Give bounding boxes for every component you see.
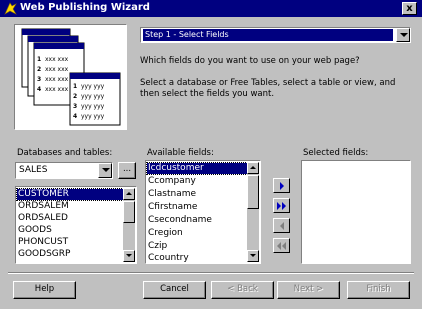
field-list-item[interactable]: Icdcustomer [146, 162, 248, 175]
next-button[interactable]: Next > [277, 281, 340, 299]
instructions-line2: then select the fields you want. [140, 89, 275, 99]
wizard-app-icon [4, 2, 17, 15]
tables-list[interactable]: CUSTOMER ORDSALEM ORDSALED GOODS PHONCUS… [15, 186, 137, 264]
illus-row-num: 3 [37, 76, 41, 83]
databases-label: Databases and tables: [17, 148, 113, 158]
move-all-left-button[interactable] [273, 238, 290, 253]
tables-scrollbar[interactable] [123, 188, 135, 262]
instructions-line1: Select a database or Free Tables, select… [140, 78, 396, 88]
illus-row-text: xxx xxx [45, 76, 69, 83]
button-separator [8, 272, 414, 274]
illus-row-num: 2 [37, 66, 41, 73]
table-list-item[interactable]: GOODSGRP [17, 249, 123, 260]
wizard-illustration: 1 xxx xxx 2 xxx xxx 3 xxx xxx 4 xxx xxx … [14, 24, 127, 130]
move-one-right-button[interactable] [273, 178, 290, 193]
table-list-item[interactable]: PHONCUST [17, 237, 123, 248]
illus-front-num: 1 [73, 83, 77, 90]
table-list-item[interactable]: CUSTOMER [16, 188, 124, 201]
cancel-button[interactable]: Cancel [143, 281, 206, 299]
illus-front-text: yyy yyy [81, 113, 105, 120]
scroll-up-icon[interactable] [247, 162, 259, 174]
move-one-left-button[interactable] [273, 218, 290, 233]
close-button[interactable]: x [402, 2, 417, 15]
database-select[interactable]: SALES [15, 162, 113, 179]
move-all-right-button[interactable] [273, 198, 290, 213]
illus-row-text: xxx xxx [45, 66, 69, 73]
double-arrow-right-icon [277, 202, 286, 210]
table-list-item[interactable]: GOODS [17, 225, 123, 236]
table-list-item[interactable]: ORDSALED [17, 213, 123, 224]
available-fields-list[interactable]: Icdcustomer Ccompany Clastname Cfirstnam… [145, 160, 261, 264]
chevron-down-icon[interactable] [98, 163, 112, 178]
illus-row-num: 4 [37, 86, 41, 93]
illus-front-num: 4 [73, 113, 77, 120]
illus-front-text: yyy yyy [81, 103, 105, 110]
fields-scrollbar[interactable] [247, 162, 259, 262]
field-list-item[interactable]: Clastname [147, 189, 247, 200]
field-list-item[interactable]: Csecondname [147, 215, 247, 226]
illus-row-text: xxx xxx [45, 56, 69, 63]
browse-database-button[interactable]: ... [118, 162, 136, 179]
chevron-down-icon[interactable] [396, 28, 410, 42]
help-button[interactable]: Help [13, 281, 76, 299]
field-list-item[interactable]: Ccountry [147, 253, 247, 264]
database-selected-value: SALES [19, 165, 48, 175]
field-list-item[interactable]: Czip [147, 241, 247, 252]
instructions-question: Which fields do you want to use on your … [140, 56, 360, 66]
scroll-thumb[interactable] [247, 175, 259, 209]
field-list-item[interactable]: Ccompany [147, 176, 247, 187]
table-list-item[interactable]: ORDSALEM [17, 201, 123, 212]
field-list-item[interactable]: Cregion [147, 228, 247, 239]
pages-graphic-icon: 1 xxx xxx 2 xxx xxx 3 xxx xxx 4 xxx xxx … [21, 28, 121, 126]
window-title: Web Publishing Wizard [20, 2, 150, 13]
arrow-left-icon [280, 222, 284, 230]
title-bar: Web Publishing Wizard x [0, 0, 422, 17]
available-fields-label: Available fields: [147, 148, 214, 158]
illus-front-text: yyy yyy [81, 83, 105, 90]
illus-row-text: xxx xxx [45, 86, 69, 93]
back-button[interactable]: < Back [211, 281, 274, 299]
selected-fields-label: Selected fields: [303, 148, 369, 158]
step-selected-value: Step 1 - Select Fields [143, 29, 393, 41]
field-list-item[interactable]: Cfirstname [147, 202, 247, 213]
scroll-up-icon[interactable] [123, 188, 135, 200]
wizard-window: Web Publishing Wizard x 1 xxx xxx 2 xxx … [0, 0, 422, 309]
scroll-down-icon[interactable] [247, 250, 259, 262]
illus-front-text: yyy yyy [81, 93, 105, 100]
scroll-thumb[interactable] [123, 201, 135, 223]
scroll-down-icon[interactable] [123, 250, 135, 262]
arrow-right-icon [280, 182, 284, 190]
illus-front-num: 2 [73, 93, 77, 100]
finish-button[interactable]: Finish [347, 281, 410, 299]
illus-row-num: 1 [37, 56, 41, 63]
step-select[interactable]: Step 1 - Select Fields [140, 27, 411, 43]
illus-front-num: 3 [73, 103, 77, 110]
double-arrow-left-icon [277, 242, 286, 250]
selected-fields-list[interactable] [301, 160, 411, 264]
